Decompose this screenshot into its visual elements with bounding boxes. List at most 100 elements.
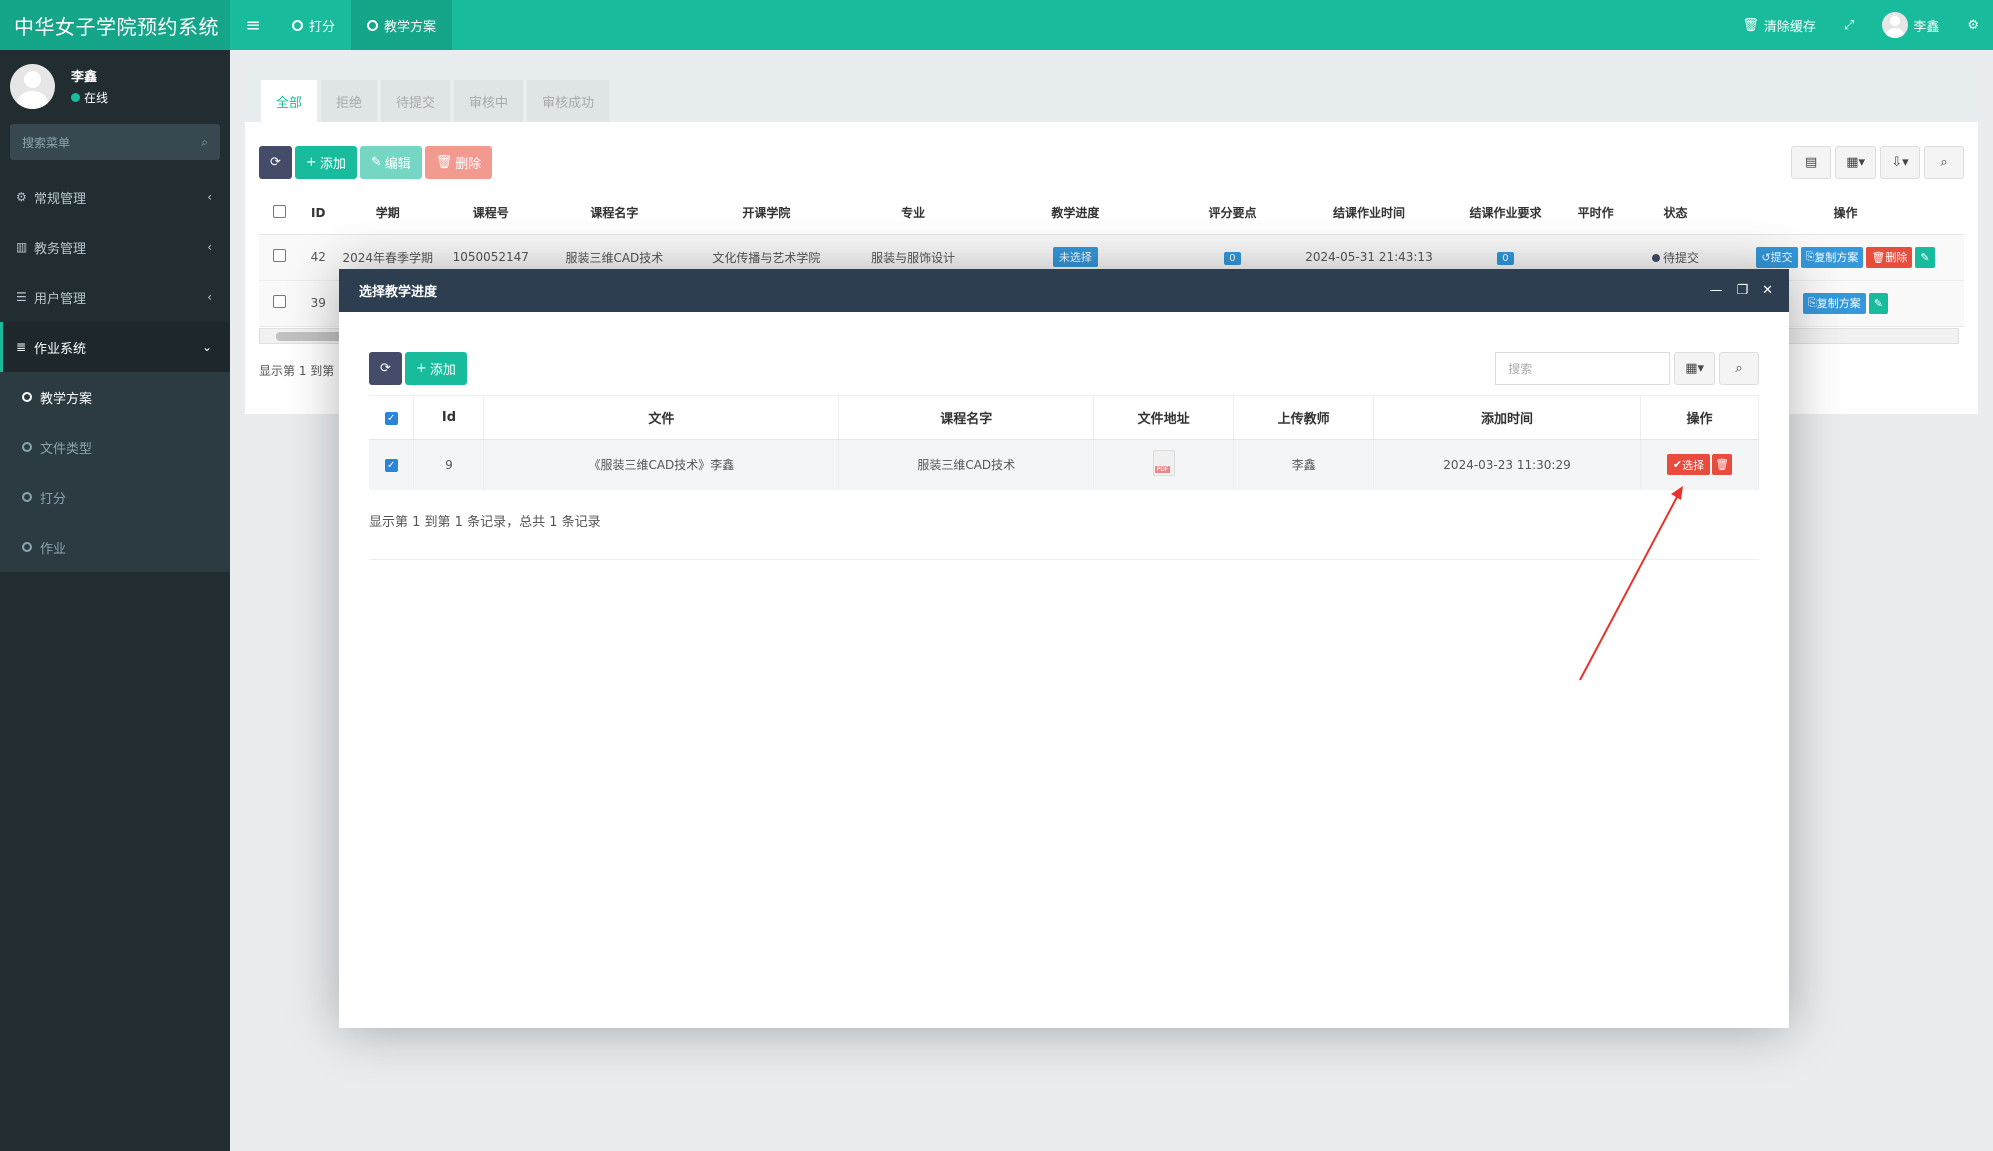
col-header: 结课作业时间 — [1294, 192, 1444, 235]
modal-header-row: ✓ Id 文件 课程名字 文件地址 上传教师 添加时间 操作 — [369, 395, 1760, 440]
select-all-checkbox[interactable] — [273, 204, 287, 218]
menu-search-input[interactable]: 搜索菜单 ⌕ — [10, 124, 220, 160]
progress-badge[interactable]: 未选择 — [1052, 247, 1098, 267]
sidebar-item-homework-system[interactable]: ≣ 作业系统 ⌄ — [0, 322, 230, 372]
row-select-cell[interactable] — [259, 234, 301, 281]
sidebar-subitem-homework[interactable]: 作业 — [0, 522, 230, 572]
col-header: 开课学院 — [686, 192, 847, 235]
sidebar-item-label: 常规管理 — [34, 191, 87, 207]
columns-button[interactable]: ▦▾ — [1835, 146, 1876, 179]
app-title[interactable]: 中华女子学院预约系统 — [0, 0, 230, 50]
sidebar-item-general[interactable]: ⚙ 常规管理 ‹ — [0, 172, 230, 222]
row-delete-button[interactable]: 🗑 删除 — [1866, 246, 1913, 268]
select-all-cell[interactable] — [259, 192, 301, 235]
sidebar-subitem-label: 打分 — [40, 491, 67, 507]
status-label: 待提交 — [1662, 250, 1699, 265]
menu-search-placeholder: 搜索菜单 — [22, 135, 71, 150]
row-checkbox[interactable]: ✓ — [384, 459, 398, 473]
sidebar-subitem-score[interactable]: 打分 — [0, 472, 230, 522]
col-header: 课程名字 — [542, 192, 687, 235]
pagination-summary: 显示第 1 到第 — [259, 364, 335, 378]
top-tab-score[interactable]: 打分 — [276, 0, 351, 50]
top-tab-teaching-plan[interactable]: 教学方案 — [351, 0, 453, 50]
col-header[interactable]: ID — [300, 192, 337, 235]
modal-pagination-summary: 显示第 1 到第 1 条记录，总共 1 条记录 — [369, 515, 601, 530]
delete-button[interactable]: 🗑 删除 — [424, 146, 493, 179]
cell-file-address — [1093, 439, 1235, 490]
search-button[interactable]: ⌕ — [1924, 146, 1964, 179]
tab-all[interactable]: 全部 — [261, 80, 318, 122]
search-icon: ⌕ — [201, 134, 208, 149]
status-dot-icon — [1651, 253, 1660, 262]
modal-search-input[interactable]: 搜索 — [1495, 352, 1671, 385]
modal-search-button[interactable]: ⌕ — [1719, 352, 1759, 385]
refresh-button[interactable]: ⟳ — [259, 146, 292, 179]
circle-icon — [22, 542, 32, 552]
row-checkbox[interactable] — [273, 295, 287, 308]
modal-header[interactable]: 选择教学进度 — ❐ ✕ — [339, 269, 1789, 312]
sidebar-subitem-label: 文件类型 — [40, 441, 93, 457]
tab-approved[interactable]: 审核成功 — [527, 80, 610, 122]
chevron-down-icon: ⌄ — [201, 340, 212, 354]
row-select-cell[interactable]: ✓ — [369, 439, 415, 490]
copy-plan-button[interactable]: ⎘ 复制方案 — [1800, 246, 1864, 268]
row-edit-button[interactable]: ✎ — [1915, 246, 1935, 268]
sidebar-subitem-file-type[interactable]: 文件类型 — [0, 422, 230, 472]
row-checkbox[interactable] — [273, 249, 287, 262]
row-edit-button[interactable]: ✎ — [1868, 292, 1888, 314]
col-header: 文件 — [483, 395, 840, 440]
col-header: 学期 — [336, 192, 440, 235]
settings-gears-icon[interactable]: ⚙ — [1953, 0, 1993, 50]
maximize-icon[interactable]: ❐ — [1736, 283, 1748, 298]
select-all-checkbox[interactable]: ✓ — [384, 412, 398, 425]
toggle-view-button[interactable]: ▤ — [1791, 146, 1832, 179]
top-tab-label: 教学方案 — [384, 19, 437, 35]
add-button[interactable]: + 添加 — [294, 146, 357, 179]
minimize-icon[interactable]: — — [1709, 283, 1722, 298]
col-header: 专业 — [846, 192, 981, 235]
select-button[interactable]: ✔ 选择 — [1666, 454, 1711, 476]
col-header: 结课作业要求 — [1443, 192, 1568, 235]
refresh-icon: ⟳ — [380, 361, 391, 376]
table-row[interactable]: ✓ 9 《服装三维CAD技术》李鑫 服装三维CAD技术 李鑫 2024-03-2… — [369, 439, 1760, 490]
sidebar-item-academic[interactable]: ▥ 教务管理 ‹ — [0, 222, 230, 272]
modal-refresh-button[interactable]: ⟳ — [369, 352, 402, 385]
fullscreen-icon[interactable]: ⤢ — [1830, 0, 1868, 50]
cell-id: 42 — [300, 234, 337, 281]
chevron-left-icon: ‹ — [207, 240, 212, 254]
status-tabs: 全部 拒绝 待提交 审核中 审核成功 — [245, 64, 1978, 122]
sidebar-item-label: 作业系统 — [34, 341, 87, 357]
clear-cache-button[interactable]: 🗑 清除缓存 — [1728, 0, 1830, 50]
user-name: 李鑫 — [1913, 19, 1940, 35]
circle-icon — [22, 492, 32, 502]
trash-icon: 🗑 — [435, 155, 453, 170]
tab-rejected[interactable]: 拒绝 — [321, 80, 378, 122]
tab-reviewing[interactable]: 审核中 — [454, 80, 524, 122]
edit-label: 编辑 — [384, 157, 411, 172]
select-all-cell[interactable]: ✓ — [369, 395, 415, 440]
count-badge[interactable]: 0 — [1224, 251, 1241, 265]
submit-button[interactable]: ↺ 提交 — [1756, 246, 1798, 268]
pdf-file-icon[interactable] — [1152, 450, 1175, 477]
user-menu[interactable]: 李鑫 — [1868, 0, 1953, 50]
copy-plan-label: 复制方案 — [1816, 297, 1861, 310]
top-navbar: 中华女子学院预约系统 ≡ 打分 教学方案 🗑 清除缓存 ⤢ 李鑫 ⚙ — [0, 0, 1993, 50]
row-select-cell[interactable] — [259, 280, 301, 327]
modal-add-button[interactable]: + 添加 — [404, 352, 467, 385]
tab-pending-submit[interactable]: 待提交 — [381, 80, 451, 122]
export-button[interactable]: ⇩▾ — [1880, 146, 1920, 179]
edit-button[interactable]: ✎ 编辑 — [359, 146, 422, 179]
sidebar-item-label: 教务管理 — [34, 241, 87, 257]
modal-delete-button[interactable]: 🗑 — [1712, 454, 1733, 476]
sidebar-toggle-icon[interactable]: ≡ — [230, 0, 276, 50]
copy-plan-button[interactable]: ⎘ 复制方案 — [1802, 292, 1866, 314]
col-header: Id — [413, 395, 485, 440]
top-right-tools: 🗑 清除缓存 ⤢ 李鑫 ⚙ — [1728, 0, 1993, 50]
sidebar-subitem-teaching-plan[interactable]: 教学方案 — [0, 372, 230, 422]
sidebar-item-users[interactable]: ☰ 用户管理 ‹ — [0, 272, 230, 322]
modal-columns-button[interactable]: ▦▾ — [1674, 352, 1715, 385]
close-icon[interactable]: ✕ — [1762, 283, 1773, 298]
table-icon: ▤ — [1805, 155, 1818, 170]
delete-label: 删除 — [455, 157, 482, 172]
count-badge[interactable]: 0 — [1497, 251, 1514, 265]
